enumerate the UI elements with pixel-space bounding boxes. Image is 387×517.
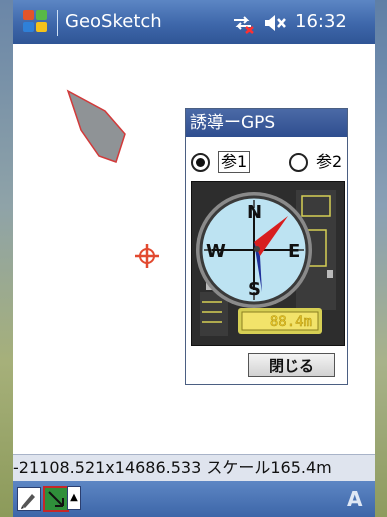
compass-west-label: W [206, 241, 226, 262]
dialog-title: 誘導ーGPS [186, 109, 347, 137]
distance-readout: 88.4m [270, 314, 312, 330]
reference-option-group: 参1 参2 [191, 151, 346, 175]
volume-muted-icon[interactable] [263, 13, 287, 33]
pen-tool-button[interactable] [17, 487, 41, 511]
close-button[interactable]: 閉じる [248, 353, 335, 377]
coordinate-status-bar: -21108.521x14686.533 スケール165.4m [13, 454, 375, 481]
desktop-background-left [0, 0, 13, 517]
sketch-mode-icon [48, 491, 64, 507]
app-title: GeoSketch [65, 11, 162, 32]
current-position-marker [135, 244, 159, 268]
network-status-icon[interactable] [231, 12, 255, 34]
input-panel-button[interactable]: A [347, 487, 362, 511]
clock[interactable]: 16:32 [295, 11, 347, 32]
gps-guidance-dialog: 誘導ーGPS 参1 参2 N S W [185, 108, 348, 385]
reference-1-radio[interactable] [191, 153, 210, 172]
bottom-toolbar: ▲ A [13, 481, 375, 517]
windows-start-icon[interactable] [23, 10, 49, 34]
compass-graphic: N S W E 88.4m [196, 190, 336, 336]
sketch-polygon [66, 89, 126, 163]
menu-arrow-button[interactable]: ▲ [67, 486, 81, 510]
sketch-mode-button[interactable] [43, 486, 69, 512]
reference-2-label[interactable]: 参2 [316, 151, 342, 173]
reference-1-label[interactable]: 参1 [218, 151, 251, 173]
pen-icon [21, 494, 35, 509]
title-bar: GeoSketch 16:32 [13, 0, 375, 44]
compass-panel: N S W E 88.4m [191, 181, 345, 346]
title-separator [57, 10, 58, 36]
reference-2-radio[interactable] [289, 153, 308, 172]
compass-east-label: E [288, 241, 300, 262]
desktop-background-right [375, 0, 387, 517]
